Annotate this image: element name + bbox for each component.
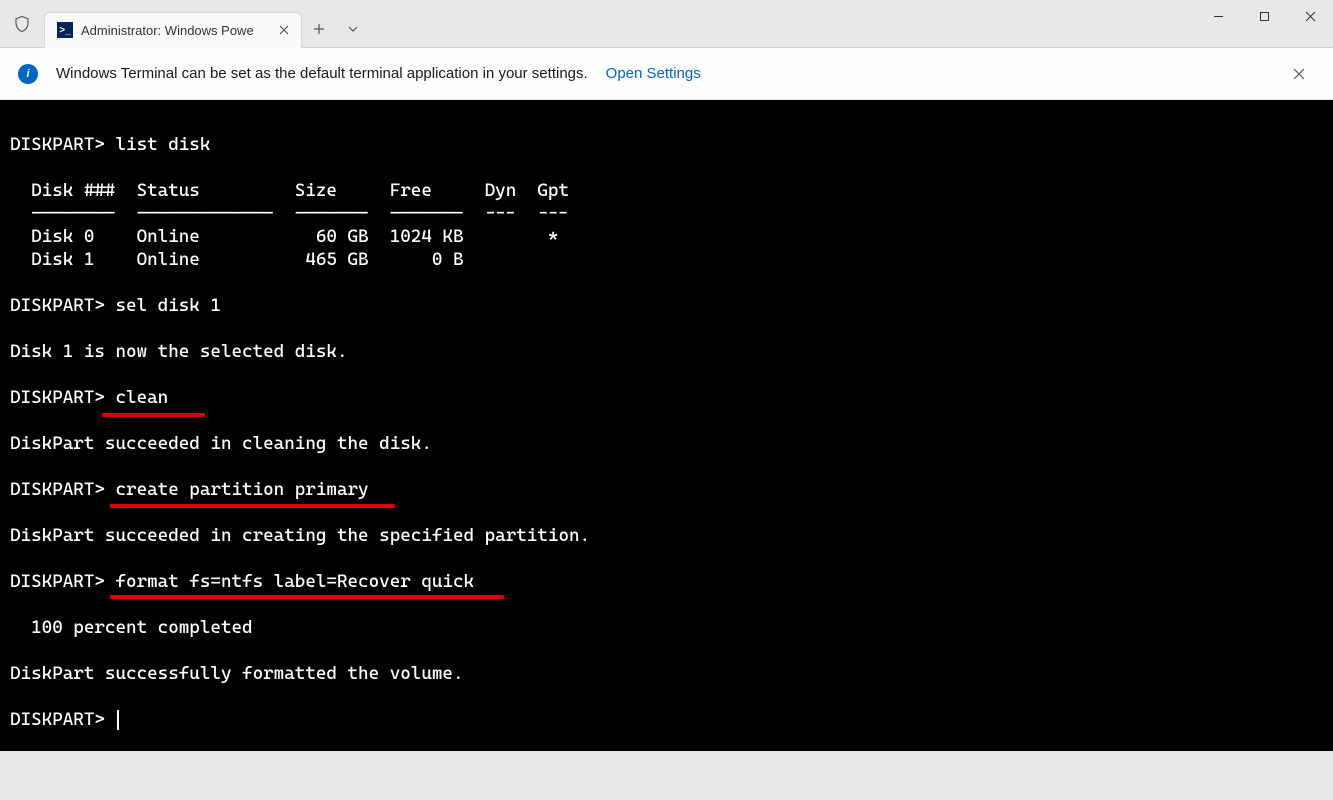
window-controls [1195, 0, 1333, 48]
info-text: Windows Terminal can be set as the defau… [56, 65, 588, 82]
annotation-underline [110, 504, 395, 508]
minimize-button[interactable] [1195, 0, 1241, 34]
new-tab-button[interactable] [302, 12, 336, 46]
maximize-button[interactable] [1241, 0, 1287, 34]
terminal-cursor [117, 710, 119, 730]
annotation-underline [102, 413, 205, 417]
powershell-icon: >_ [57, 22, 73, 38]
tab-powershell[interactable]: >_ Administrator: Windows Powe [44, 12, 302, 48]
info-close-button[interactable] [1283, 58, 1315, 90]
tab-close-button[interactable] [275, 21, 293, 39]
terminal-text: DISKPART> list disk Disk ### Status Size… [10, 134, 590, 730]
title-bar: >_ Administrator: Windows Powe [0, 0, 1333, 48]
annotation-underline [110, 595, 504, 599]
shield-icon [12, 14, 32, 34]
close-button[interactable] [1287, 0, 1333, 34]
open-settings-link[interactable]: Open Settings [606, 65, 701, 82]
tab-dropdown-button[interactable] [336, 12, 370, 46]
info-icon: i [18, 64, 38, 84]
tab-title: Administrator: Windows Powe [81, 23, 267, 38]
terminal-output[interactable]: DISKPART> list disk Disk ### Status Size… [0, 100, 1333, 751]
info-bar: i Windows Terminal can be set as the def… [0, 48, 1333, 100]
